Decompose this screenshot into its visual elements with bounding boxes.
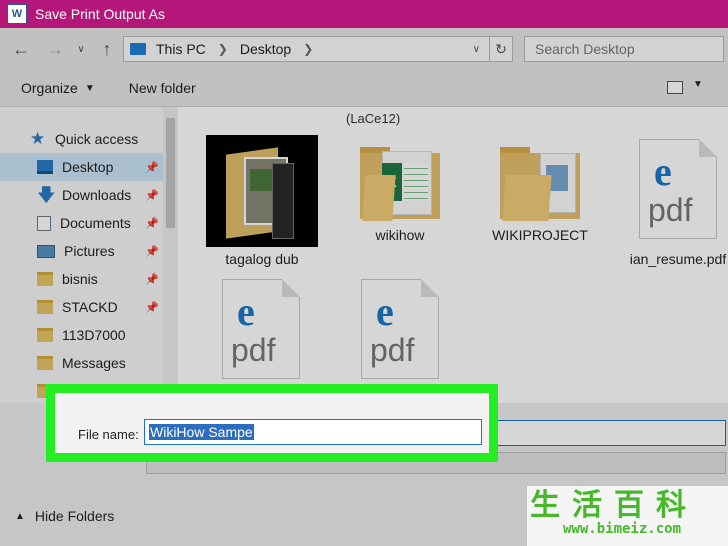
up-arrow-icon[interactable]: ↑ <box>94 36 120 62</box>
pin-icon[interactable]: 📌 <box>145 301 159 314</box>
command-toolbar: Organize ▼ New folder ▼ <box>0 70 728 107</box>
pin-icon[interactable]: 📌 <box>145 245 159 258</box>
sidebar-item-label: Messages <box>62 355 126 371</box>
sidebar-item-label: Quick access <box>55 131 139 147</box>
breadcrumb-this-pc[interactable]: This PC <box>156 41 206 57</box>
folder-icon <box>37 356 53 370</box>
breadcrumb-separator-icon[interactable]: ❯ <box>303 42 313 56</box>
file-item[interactable]: WIKIPROJECT <box>475 135 605 243</box>
pin-icon[interactable]: 📌 <box>145 189 159 202</box>
file-item[interactable]: X wikihow <box>335 135 465 243</box>
refresh-icon[interactable]: ↻ <box>489 36 513 62</box>
sidebar-item-bisnis[interactable]: bisnis 📌 <box>0 265 163 293</box>
file-name-label: tagalog dub <box>225 251 299 267</box>
recent-locations-chevron-icon[interactable]: ∨ <box>68 36 94 62</box>
breadcrumb-desktop[interactable]: Desktop <box>240 41 291 57</box>
file-name-label: File name: <box>78 427 139 442</box>
sidebar-item-downloads[interactable]: 🡇 Downloads 📌 <box>0 181 163 209</box>
sidebar-scrollbar[interactable] <box>163 107 178 403</box>
sidebar-item-label: 113D7000 <box>62 327 126 343</box>
file-name-label: WIKIPROJECT <box>492 227 588 243</box>
change-view-icon[interactable] <box>667 81 683 94</box>
organize-label: Organize <box>21 80 78 96</box>
hide-folders-button[interactable]: ▲ Hide Folders <box>15 508 114 524</box>
chevron-down-icon: ▼ <box>84 82 95 94</box>
excel-folder-icon: X <box>360 143 440 223</box>
word-app-icon: W <box>7 4 27 24</box>
pdf-file-icon: e pdf <box>361 279 439 379</box>
scrollbar-thumb[interactable] <box>166 118 175 228</box>
back-arrow-icon[interactable]: ← <box>8 36 34 62</box>
folder-icon <box>37 272 53 286</box>
pin-icon[interactable]: 📌 <box>145 273 159 286</box>
sidebar-item-stackd[interactable]: STACKD 📌 <box>0 293 163 321</box>
file-item[interactable]: e pdf ian_resume.pdf <box>613 139 728 267</box>
group-header: (LaCe12) <box>346 111 401 126</box>
title-bar: W Save Print Output As <box>0 0 728 28</box>
desktop-icon <box>37 160 53 174</box>
file-list: (LaCe12) tagalog dub X wikihow <box>178 107 728 403</box>
folder-icon <box>37 328 53 342</box>
selected-file-name-text: WikiHow Sampe <box>149 424 254 440</box>
sidebar-item-label: bisnis <box>62 271 98 287</box>
pin-icon[interactable]: 📌 <box>145 217 159 230</box>
file-name-input-highlighted[interactable]: WikiHow Sampe <box>144 419 482 445</box>
star-icon: ★ <box>30 129 46 148</box>
navigation-pane: ★ Quick access Desktop 📌 🡇 Downloads 📌 D… <box>0 107 178 403</box>
file-name-label: ian_resume.pdf <box>629 251 727 267</box>
sidebar-item-messages[interactable]: Messages <box>0 349 163 377</box>
address-dropdown-chevron-icon[interactable]: ∨ <box>473 44 480 55</box>
chevron-up-icon: ▲ <box>15 510 25 522</box>
documents-icon <box>37 215 51 231</box>
sidebar-item-label: Pictures <box>64 243 115 259</box>
forward-arrow-icon[interactable]: → <box>42 36 68 62</box>
sidebar-item-label: STACKD <box>62 299 118 315</box>
sidebar-item-desktop[interactable]: Desktop 📌 <box>0 153 163 181</box>
sidebar-item-label: Documents <box>60 215 131 231</box>
pin-icon[interactable]: 📌 <box>145 161 159 174</box>
organize-button[interactable]: Organize ▼ <box>21 80 95 96</box>
file-item[interactable]: e pdf <box>196 279 326 379</box>
new-folder-button[interactable]: New folder <box>129 80 196 96</box>
sidebar-item-113d7000[interactable]: 113D7000 <box>0 321 163 349</box>
sidebar-item-quick-access[interactable]: ★ Quick access <box>0 125 163 153</box>
sidebar-item-documents[interactable]: Documents 📌 <box>0 209 163 237</box>
this-pc-icon <box>130 43 146 55</box>
pdf-file-icon: e pdf <box>639 139 717 239</box>
file-name-label: wikihow <box>375 227 425 243</box>
sidebar-item-label: Downloads <box>62 187 132 203</box>
pictures-icon <box>37 244 55 258</box>
window-title: Save Print Output As <box>35 6 165 22</box>
search-placeholder: Search Desktop <box>535 41 635 57</box>
download-icon: 🡇 <box>37 185 56 205</box>
navigation-bar: ← → ∨ ↑ This PC ❯ Desktop ❯ ∨ ↻ Search D… <box>0 28 728 70</box>
file-item[interactable]: e pdf <box>335 279 465 379</box>
image-folder-thumbnail-icon <box>206 135 318 247</box>
hide-folders-label: Hide Folders <box>34 508 115 524</box>
pdf-file-icon: e pdf <box>222 279 300 379</box>
sidebar-item-label: Desktop <box>62 159 114 175</box>
breadcrumb-separator-icon[interactable]: ❯ <box>218 42 228 56</box>
watermark-chinese-text: 生活百科 <box>530 488 698 523</box>
search-input[interactable]: Search Desktop <box>524 36 724 62</box>
sidebar-item-pictures[interactable]: Pictures 📌 <box>0 237 163 265</box>
folder-icon <box>37 300 53 314</box>
folder-icon <box>500 143 580 223</box>
watermark-url: www.bimeiz.com <box>563 521 682 537</box>
view-options-chevron-icon[interactable]: ▼ <box>693 79 703 90</box>
file-item[interactable]: tagalog dub <box>197 135 327 267</box>
address-bar[interactable]: This PC ❯ Desktop ❯ ∨ ↻ <box>123 36 513 62</box>
